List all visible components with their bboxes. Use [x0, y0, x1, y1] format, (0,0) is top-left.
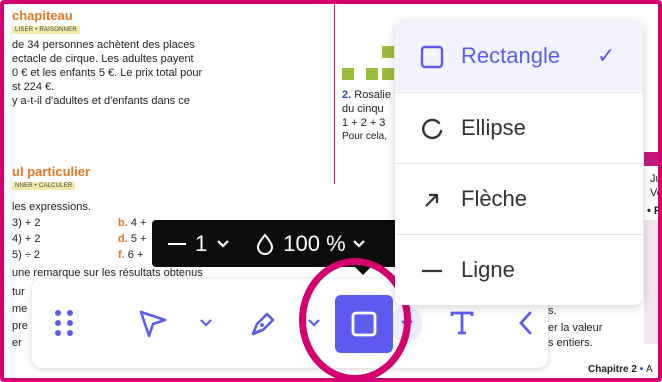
page-footer: Chapitre 2 • A — [588, 364, 653, 375]
page-text-line: • Pe — [647, 205, 662, 217]
drag-handle[interactable] — [46, 303, 82, 343]
page-text-line: de 34 personnes achètent des places — [12, 39, 195, 51]
line-icon — [419, 258, 445, 284]
exercise-title-chapiteau: chapiteau — [12, 8, 73, 23]
page-text-line: me — [12, 303, 28, 315]
exercise-title-particulier: ul particulier — [12, 164, 91, 179]
pen-tool-button[interactable] — [242, 301, 286, 345]
exercise-tag: LISER • RAISONNER — [12, 26, 80, 34]
stroke-width-selector[interactable]: 1 — [168, 231, 231, 257]
page-text-line: 2. Rosalie — [342, 89, 391, 101]
pen-nib-icon — [251, 312, 275, 336]
page-text-line: pre — [12, 320, 28, 332]
exercise-tag: NNER • CALCULER — [12, 182, 76, 190]
checkmark-icon: ✓ — [597, 43, 616, 68]
shape-menu: Rectangle ✓ Ellipse Flèche Ligne — [395, 21, 643, 305]
menu-item-ellipse[interactable]: Ellipse — [395, 93, 643, 163]
menu-item-label: Flèche — [461, 186, 528, 211]
decor-square — [366, 68, 378, 80]
decor-square — [382, 46, 394, 58]
page-text-line: les expressions. — [12, 201, 91, 213]
page-text-line: s entiers. — [548, 337, 593, 349]
page-text-line: d. 5 + — [118, 233, 147, 245]
ellipse-icon — [419, 116, 445, 142]
page-text-line: er — [12, 337, 22, 349]
column-divider — [334, 4, 335, 184]
menu-item-label: Ellipse — [461, 115, 526, 140]
droplet-icon — [257, 232, 274, 255]
page-text-line: y a-t-il d'adultes et d'enfants dans ce — [12, 95, 190, 107]
rectangle-icon — [419, 44, 445, 70]
select-tool-button[interactable] — [132, 301, 172, 345]
decor-square — [382, 68, 394, 80]
line-width-icon — [168, 242, 186, 245]
menu-item-line[interactable]: Ligne — [395, 235, 643, 305]
page-text-line: b. 4 + — [118, 217, 147, 229]
cursor-arrow-icon — [139, 310, 167, 338]
text-tool-button[interactable] — [442, 303, 482, 343]
page-text-line: 5) ÷ 2 — [12, 249, 41, 261]
page-text-line: 3) + 2 — [12, 217, 41, 229]
page-text-line: Ju — [650, 173, 662, 185]
page-text-line: Pour cela, — [342, 131, 388, 142]
right-card — [644, 220, 658, 344]
page-text-line: Vo — [650, 187, 662, 199]
page-text-line: er la valeur — [548, 322, 603, 334]
page-text-line: une remarque sur les résultats obtenus — [12, 267, 203, 279]
arrow-up-right-icon — [419, 187, 445, 213]
menu-item-label: Rectangle — [461, 43, 561, 68]
page-text-line: f. 6 + — [118, 249, 144, 261]
select-tool-dropdown[interactable] — [194, 311, 218, 335]
decor-square — [342, 68, 354, 80]
menu-item-arrow[interactable]: Flèche — [395, 164, 643, 234]
collapse-toolbar-button[interactable] — [510, 303, 540, 343]
page-text-line: du cinqu — [342, 103, 384, 115]
page-text-line: ectacle de cirque. Les adultes payent — [12, 53, 194, 65]
menu-item-rectangle[interactable]: Rectangle ✓ — [395, 21, 643, 91]
opacity-value: 100 % — [283, 230, 346, 256]
section-marker — [644, 152, 658, 166]
page-text-line: 0 € et les enfants 5 €. Le prix total po… — [12, 67, 203, 79]
menu-item-label: Ligne — [461, 257, 515, 282]
page-text-line: tur — [12, 286, 25, 298]
text-icon — [450, 311, 474, 335]
chevron-down-icon — [217, 239, 230, 248]
app-frame: chapiteau LISER • RAISONNER de 34 person… — [0, 0, 662, 382]
stroke-width-value: 1 — [195, 230, 208, 256]
page-text-line: 4) + 2 — [12, 233, 41, 245]
grip-icon — [55, 310, 73, 336]
chevron-left-icon — [519, 311, 532, 335]
page-text-line: st 224 €. — [12, 81, 55, 93]
opacity-selector[interactable]: 100 % — [255, 231, 365, 257]
chevron-down-icon — [352, 239, 365, 248]
chevron-down-icon — [200, 319, 212, 327]
page-text-line: 1 + 2 + 3 — [342, 117, 386, 129]
page-text-line: s. — [548, 305, 557, 317]
